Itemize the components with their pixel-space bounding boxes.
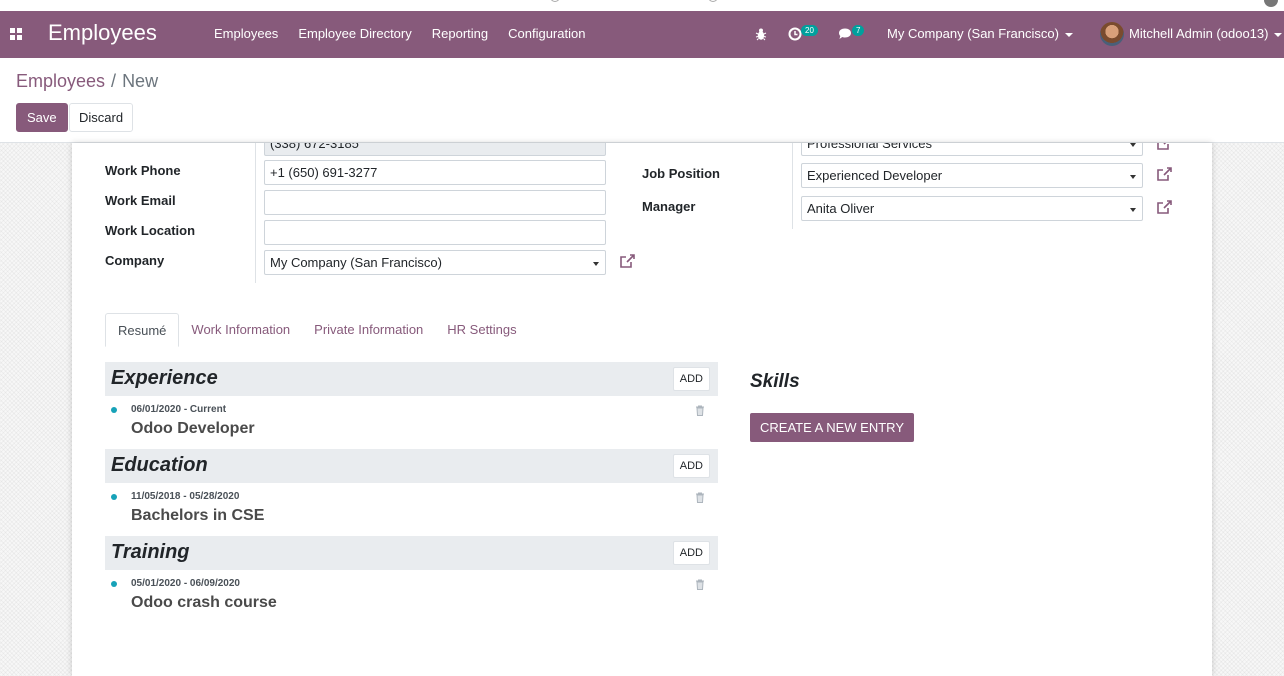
tab-resume[interactable]: Resumé: [105, 313, 180, 347]
breadcrumb-separator: /: [111, 71, 117, 91]
company-switcher-label: My Company (San Francisco): [887, 26, 1059, 41]
tab-hr-settings[interactable]: HR Settings: [435, 313, 528, 347]
chevron-down-icon: [593, 262, 599, 266]
work-location-label: Work Location: [105, 223, 196, 238]
manager-select[interactable]: Anita Oliver: [801, 196, 1143, 221]
chevron-down-icon: [1130, 143, 1136, 147]
job-position-label: Job Position: [642, 166, 720, 181]
section-title: Training: [111, 541, 190, 563]
company-select-value: My Company (San Francisco): [270, 255, 442, 270]
chevron-down-icon: [1064, 32, 1073, 37]
resume-line-title: Bachelors in CSE: [131, 507, 265, 524]
apps-menu-icon[interactable]: [10, 28, 22, 40]
work-email-field[interactable]: [264, 190, 606, 215]
resume-line-date: 06/01/2020 - Current: [131, 404, 227, 415]
work-phone-field[interactable]: +1 (650) 691-3277: [264, 160, 606, 185]
notebook-tabs: Resumé Work Information Private Informat…: [105, 313, 529, 348]
manager-select-value: Anita Oliver: [807, 201, 875, 216]
resume-line-date: 05/01/2020 - 06/09/2020: [131, 578, 240, 589]
company-switcher[interactable]: My Company (San Francisco): [887, 26, 1073, 41]
main-menu: Employees Employee Directory Reporting C…: [214, 26, 585, 41]
trash-icon[interactable]: [695, 405, 705, 416]
menu-item-configuration[interactable]: Configuration: [508, 26, 585, 41]
discard-button[interactable]: Discard: [69, 103, 134, 132]
bullet-dot-icon: [111, 581, 117, 587]
resume-section-header: Training ADD: [105, 536, 718, 570]
resume-line[interactable]: 05/01/2020 - 06/09/2020 Odoo crash cours…: [105, 576, 718, 628]
department-select-value: Professional Services: [807, 143, 932, 151]
section-title: Education: [111, 454, 208, 476]
skills-title: Skills: [750, 371, 800, 392]
breadcrumb: Employees / New: [16, 71, 158, 92]
job-position-select[interactable]: Experienced Developer: [801, 163, 1143, 188]
user-menu[interactable]: Mitchell Admin (odoo13): [1129, 26, 1283, 41]
breadcrumb-current: New: [122, 71, 159, 91]
user-avatar[interactable]: [1100, 22, 1124, 46]
mobile-phone-field[interactable]: (338) 672-3185: [264, 143, 606, 156]
app-title[interactable]: Employees: [48, 20, 157, 46]
add-experience-button[interactable]: ADD: [672, 367, 710, 391]
partial-circle-icon: [550, 0, 560, 2]
chevron-down-icon: [1130, 208, 1136, 212]
add-training-button[interactable]: ADD: [672, 541, 710, 565]
department-select[interactable]: Professional Services: [801, 143, 1143, 156]
control-panel: Employees / New Save Discard: [0, 58, 1284, 143]
activity-count-badge: 20: [801, 25, 818, 36]
company-label: Company: [105, 253, 165, 268]
trash-icon[interactable]: [695, 492, 705, 503]
tab-private-information[interactable]: Private Information: [302, 313, 435, 347]
menu-item-employees[interactable]: Employees: [214, 26, 278, 41]
message-count-badge: 7: [852, 25, 865, 36]
work-location-field[interactable]: [264, 220, 606, 245]
external-link-icon[interactable]: [618, 252, 636, 270]
section-title: Experience: [111, 367, 218, 389]
trash-icon[interactable]: [695, 579, 705, 590]
manager-label: Manager: [642, 199, 696, 214]
save-button[interactable]: Save: [16, 103, 68, 132]
bullet-dot-icon: [111, 494, 117, 500]
resume-section-header: Experience ADD: [105, 362, 718, 396]
resume-line[interactable]: 06/01/2020 - Current Odoo Developer: [105, 402, 718, 454]
right-group-divider: [792, 143, 793, 229]
chat-icon[interactable]: [838, 28, 852, 40]
create-skill-button[interactable]: CREATE A NEW ENTRY: [750, 413, 914, 442]
menu-item-reporting[interactable]: Reporting: [432, 26, 488, 41]
bug-icon[interactable]: [755, 27, 767, 41]
left-group-divider: [255, 143, 256, 283]
resume-section-header: Education ADD: [105, 449, 718, 483]
external-link-icon[interactable]: [1155, 165, 1173, 183]
chevron-down-icon: [1274, 32, 1283, 37]
add-education-button[interactable]: ADD: [672, 454, 710, 478]
clock-icon[interactable]: [788, 27, 802, 41]
work-phone-label: Work Phone: [105, 163, 181, 178]
partial-avatar-icon: [1264, 0, 1278, 7]
external-link-icon[interactable]: [1155, 143, 1173, 152]
work-email-label: Work Email: [105, 193, 176, 208]
top-navbar: Employees Employees Employee Directory R…: [0, 11, 1284, 58]
bullet-dot-icon: [111, 407, 117, 413]
resume-line-title: Odoo crash course: [131, 594, 277, 611]
resume-line-date: 11/05/2018 - 05/28/2020: [131, 491, 240, 502]
user-menu-label: Mitchell Admin (odoo13): [1129, 26, 1269, 41]
browser-top-strip: [0, 0, 1284, 11]
form-sheet: (338) 672-3185 Work Phone +1 (650) 691-3…: [72, 143, 1212, 676]
chevron-down-icon: [1130, 175, 1136, 179]
company-select[interactable]: My Company (San Francisco): [264, 250, 606, 275]
menu-item-employee-directory[interactable]: Employee Directory: [298, 26, 411, 41]
job-position-select-value: Experienced Developer: [807, 168, 943, 183]
resume-line-title: Odoo Developer: [131, 420, 255, 437]
external-link-icon[interactable]: [1155, 198, 1173, 216]
tab-work-information[interactable]: Work Information: [179, 313, 302, 347]
partial-circle-icon: [708, 0, 718, 2]
breadcrumb-employees-link[interactable]: Employees: [16, 71, 105, 91]
resume-line[interactable]: 11/05/2018 - 05/28/2020 Bachelors in CSE: [105, 489, 718, 541]
